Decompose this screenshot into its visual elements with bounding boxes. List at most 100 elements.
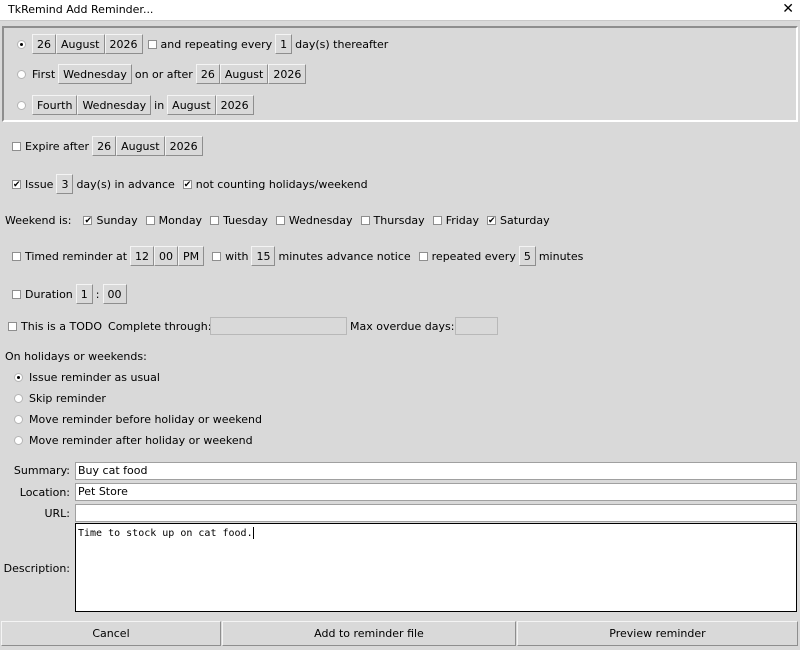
weekend-wednesday-checkbox[interactable] <box>275 215 285 225</box>
holiday-option-radio[interactable] <box>14 435 23 445</box>
close-icon[interactable]: ✕ <box>782 1 794 17</box>
year-button[interactable]: 2026 <box>104 34 143 54</box>
hour-button[interactable]: 12 <box>130 246 155 266</box>
advance-notice-checkbox[interactable] <box>212 251 222 261</box>
repeat-minutes-button[interactable]: 5 <box>518 246 536 266</box>
minute-button[interactable]: 00 <box>154 246 179 266</box>
repeated-label: repeated every <box>431 249 516 263</box>
weekend-sunday-label: Sunday <box>96 213 138 227</box>
expire-month-button[interactable]: August <box>116 136 165 156</box>
holiday-option-radio[interactable] <box>14 393 23 403</box>
title-bar: TkRemind Add Reminder... ✕ <box>0 0 800 21</box>
weekend-wednesday-label: Wednesday <box>288 213 353 227</box>
weekend-monday-label: Monday <box>158 213 203 227</box>
holiday-option-1[interactable]: Issue reminder as usual <box>14 366 163 388</box>
weekend-friday-label: Friday <box>445 213 480 227</box>
weekend-thursday-checkbox[interactable] <box>360 215 370 225</box>
holiday-option-4[interactable]: Move reminder after holiday or weekend <box>14 429 256 451</box>
duration-checkbox[interactable] <box>12 289 21 299</box>
advance-suffix: day(s) in advance <box>76 177 175 191</box>
holiday-option-label: Move reminder before holiday or weekend <box>29 412 262 426</box>
duration-row: Duration 1 : 00 <box>12 283 130 305</box>
description-textarea[interactable]: Time to stock up on cat food. <box>75 523 797 612</box>
holiday-option-3[interactable]: Move reminder before holiday or weekend <box>14 408 265 430</box>
summary-input[interactable]: Buy cat food <box>75 462 797 480</box>
not-counting-label: not counting holidays/weekend <box>195 177 368 191</box>
complete-through-label: Complete through: <box>108 319 212 333</box>
day-button[interactable]: 26 <box>195 64 220 84</box>
description-label: Description: <box>3 562 70 575</box>
year-button[interactable]: 2026 <box>215 95 254 115</box>
with-label: with <box>225 249 249 263</box>
repeated-checkbox[interactable] <box>418 251 428 261</box>
weekend-sunday-checkbox[interactable] <box>83 215 93 225</box>
holiday-option-label: Move reminder after holiday or weekend <box>29 433 253 447</box>
advance-label: Issue <box>25 177 54 191</box>
month-button[interactable]: August <box>56 34 105 54</box>
duration-separator: : <box>95 287 100 301</box>
todo-row: This is a TODO Complete through: <box>8 315 214 337</box>
add-to-reminder-file-button[interactable]: Add to reminder file <box>222 621 516 646</box>
repeat-checkbox[interactable] <box>147 39 157 49</box>
duration-hours-button[interactable]: 1 <box>75 284 93 304</box>
advance-value-button[interactable]: 3 <box>56 174 74 194</box>
expire-label: Expire after <box>25 139 90 153</box>
advance-row: Issue 3 day(s) in advance not counting h… <box>12 173 371 195</box>
expire-day-button[interactable]: 26 <box>92 136 117 156</box>
expire-row: Expire after 26 August 2026 <box>12 135 206 157</box>
advance-checkbox[interactable] <box>12 179 21 189</box>
weekend-tuesday-checkbox[interactable] <box>210 215 220 225</box>
ampm-button[interactable]: PM <box>178 246 205 266</box>
holiday-option-radio[interactable] <box>14 372 23 382</box>
timed-label: Timed reminder at <box>25 249 128 263</box>
url-input[interactable] <box>75 504 797 522</box>
weekend-friday-checkbox[interactable] <box>432 215 442 225</box>
holiday-option-radio[interactable] <box>14 414 23 424</box>
max-overdue-label: Max overdue days: <box>350 320 455 333</box>
location-label: Location: <box>19 486 70 499</box>
repeat-value-button[interactable]: 1 <box>275 34 293 54</box>
day-button[interactable]: 26 <box>32 34 56 54</box>
weekend-saturday-checkbox[interactable] <box>487 215 497 225</box>
timed-row: Timed reminder at 12 00 PM with 15 minut… <box>12 245 586 267</box>
weekend-saturday-label: Saturday <box>500 213 550 227</box>
cancel-button[interactable]: Cancel <box>1 621 221 646</box>
weekend-thursday-label: Thursday <box>373 213 425 227</box>
repeat-suffix: day(s) thereafter <box>295 37 389 51</box>
not-counting-checkbox[interactable] <box>182 179 192 189</box>
description-text: Time to stock up on cat food. <box>78 528 253 539</box>
todo-checkbox[interactable] <box>8 321 17 331</box>
preview-reminder-button[interactable]: Preview reminder <box>517 621 798 646</box>
weekday-button[interactable]: Wednesday <box>77 95 152 115</box>
ordinal-button[interactable]: Fourth <box>32 95 78 115</box>
weekday-button[interactable]: Wednesday <box>58 64 132 84</box>
in-label: in <box>154 98 165 112</box>
weekend-row: Weekend is: Sunday Monday Tuesday Wednesday… <box>5 209 558 231</box>
timed-checkbox[interactable] <box>12 251 21 261</box>
location-input[interactable]: Pet Store <box>75 483 797 501</box>
max-overdue-input[interactable] <box>455 317 498 335</box>
holiday-option-label: Issue reminder as usual <box>29 370 160 384</box>
todo-label: This is a TODO <box>21 319 103 333</box>
weekend-label: Weekend is: <box>5 213 72 227</box>
weekend-tuesday-label: Tuesday <box>223 213 268 227</box>
duration-label: Duration <box>25 287 73 301</box>
expire-checkbox[interactable] <box>12 141 21 151</box>
complete-through-input[interactable] <box>210 317 347 335</box>
holiday-option-2[interactable]: Skip reminder <box>14 387 109 409</box>
url-label: URL: <box>44 507 70 520</box>
holiday-option-label: Skip reminder <box>29 391 106 405</box>
repeat-label: and repeating every <box>160 37 273 51</box>
duration-minutes-button[interactable]: 00 <box>102 284 127 304</box>
window-title: TkRemind Add Reminder... <box>8 3 154 16</box>
month-button[interactable]: August <box>219 64 269 84</box>
month-button[interactable]: August <box>167 95 216 115</box>
date-row-2: First Wednesday on or after 26 August 20… <box>17 63 309 85</box>
expire-year-button[interactable]: 2026 <box>164 136 203 156</box>
weekend-monday-checkbox[interactable] <box>145 215 155 225</box>
advance-notice-button[interactable]: 15 <box>251 246 276 266</box>
year-button[interactable]: 2026 <box>268 64 307 84</box>
date-mode-radio-2[interactable] <box>17 69 26 79</box>
date-mode-radio-3[interactable] <box>17 100 26 110</box>
date-mode-radio-1[interactable] <box>17 39 26 49</box>
